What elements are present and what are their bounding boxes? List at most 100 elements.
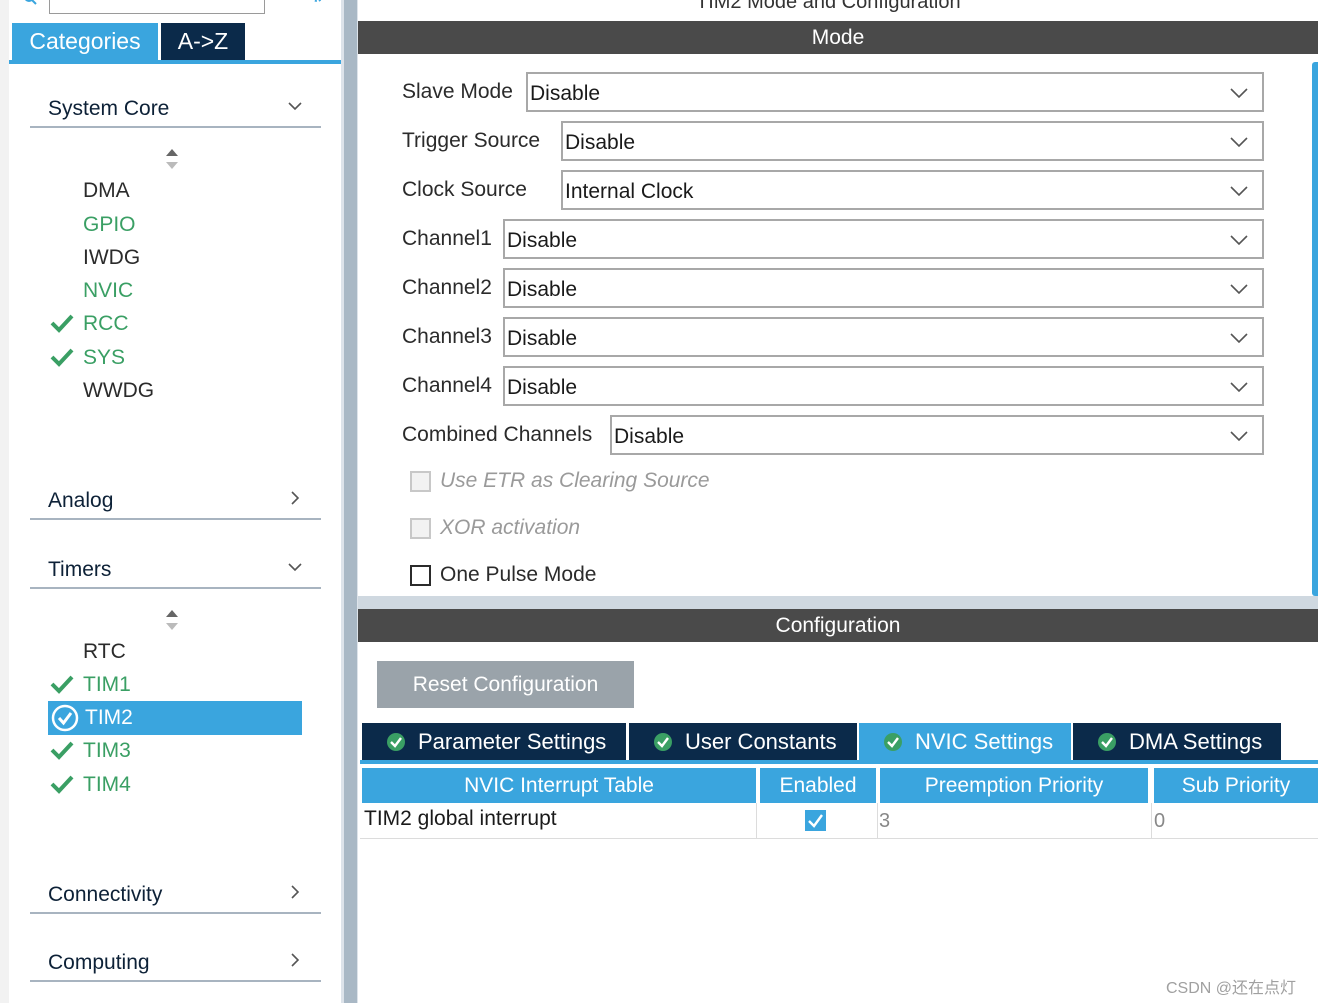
field-label: Combined Channels (402, 423, 593, 446)
category-label: System Core (48, 97, 170, 120)
checkbox-box[interactable] (410, 565, 431, 586)
tree-item-tim4[interactable]: TIM4 (83, 771, 131, 799)
column-header-enabled[interactable]: Enabled (760, 768, 876, 803)
configuration-header: Configuration (358, 609, 1318, 642)
chevron-down-icon (1230, 284, 1248, 295)
tree-item-label: TIM2 (85, 706, 133, 729)
tree-item-iwdg[interactable]: IWDG (83, 244, 140, 272)
chevron-right-icon (291, 953, 300, 967)
select-value: Disable (614, 425, 685, 448)
category-system-core[interactable]: System Core (30, 86, 321, 128)
field-label: Channel2 (402, 276, 492, 299)
select-value: Disable (507, 278, 578, 301)
category-connectivity[interactable]: Connectivity (30, 872, 321, 914)
select-value: Disable (507, 327, 578, 350)
sub-priority-cell[interactable]: 0 (1154, 810, 1165, 833)
chevron-down-icon (1230, 431, 1248, 442)
field-label: Channel3 (402, 325, 492, 348)
select-value: Disable (507, 229, 578, 252)
column-header-sub-priority[interactable]: Sub Priority (1154, 768, 1318, 803)
select-value: Disable (507, 376, 578, 399)
tabs-underline (360, 760, 1318, 764)
tree-item-sys[interactable]: SYS (83, 344, 125, 372)
chevron-right-icon (291, 491, 300, 505)
search-icon[interactable] (24, 0, 38, 8)
categories-panel: Categories A->Z System Core DMA GPIO IWD… (0, 0, 341, 1003)
channel4-select[interactable]: Disable (503, 366, 1264, 406)
horizontal-splitter[interactable] (358, 596, 1318, 609)
reset-configuration-button[interactable]: Reset Configuration (377, 661, 634, 708)
mode-header: Mode (358, 21, 1318, 54)
vertical-scrollbar[interactable] (344, 0, 357, 1003)
scroll-arrows-icon[interactable] (165, 609, 179, 631)
tree-item-rtc[interactable]: RTC (83, 638, 126, 666)
tree-item-tim2-selected[interactable]: TIM2 (48, 701, 302, 735)
chevron-down-icon (1230, 88, 1248, 99)
channel3-select[interactable]: Disable (503, 317, 1264, 357)
checkbox-label: XOR activation (440, 516, 581, 539)
mode-configuration-panel: TIM2 Mode and Configuration Mode Slave M… (358, 0, 1318, 1003)
field-label: Channel4 (402, 374, 492, 397)
tree-item-rcc[interactable]: RCC (83, 310, 129, 338)
tab-label: DMA Settings (1129, 728, 1263, 754)
tab-label: User Constants (685, 728, 837, 754)
gear-icon[interactable] (307, 0, 327, 6)
check-circle-icon (51, 704, 79, 732)
channel2-row: Channel2 Disable (402, 268, 1264, 308)
category-analog[interactable]: Analog (30, 478, 321, 520)
tab-categories[interactable]: Categories (12, 23, 158, 60)
enabled-checkbox[interactable] (805, 810, 826, 831)
combined-channels-row: Combined Channels Disable (402, 415, 1264, 455)
field-label: Trigger Source (402, 129, 541, 152)
tab-a-to-z[interactable]: A->Z (161, 23, 245, 60)
channel1-select[interactable]: Disable (503, 219, 1264, 259)
trigger-source-select[interactable]: Disable (561, 121, 1264, 161)
channel2-select[interactable]: Disable (503, 268, 1264, 308)
chevron-right-icon (291, 885, 300, 899)
category-timers[interactable]: Timers (30, 547, 321, 589)
cell-divider (877, 803, 878, 839)
checkbox-label: Use ETR as Clearing Source (440, 469, 710, 492)
slave-mode-select[interactable]: Disable (526, 72, 1264, 112)
column-header-nvic-interrupt-table[interactable]: NVIC Interrupt Table (362, 768, 756, 803)
check-circle-icon (387, 732, 405, 751)
check-circle-icon (1098, 732, 1116, 751)
trigger-source-row: Trigger Source Disable (402, 121, 1264, 161)
check-icon (50, 741, 74, 760)
check-icon (50, 348, 74, 367)
mode-scrollbar[interactable] (1312, 62, 1318, 596)
chevron-down-icon (288, 102, 302, 111)
tab-nvic-settings[interactable]: NVIC Settings (859, 723, 1071, 760)
chevron-down-icon (288, 563, 302, 572)
tree-item-nvic[interactable]: NVIC (83, 277, 133, 305)
chevron-down-icon (1230, 186, 1248, 197)
panel-edge (0, 0, 9, 1003)
tab-user-constants[interactable]: User Constants (629, 723, 857, 760)
column-header-preemption-priority[interactable]: Preemption Priority (880, 768, 1148, 803)
channel4-row: Channel4 Disable (402, 366, 1264, 406)
category-computing[interactable]: Computing (30, 940, 321, 982)
select-value: Disable (565, 131, 636, 154)
select-value: Disable (530, 82, 601, 105)
tree-item-tim1[interactable]: TIM1 (83, 671, 131, 699)
category-label: Timers (48, 558, 112, 581)
tree-item-tim3[interactable]: TIM3 (83, 737, 131, 765)
tree-item-gpio[interactable]: GPIO (83, 211, 136, 239)
check-circle-icon (884, 732, 902, 751)
scroll-arrows-icon[interactable] (165, 148, 179, 170)
slave-mode-row: Slave Mode Disable (402, 72, 1264, 112)
combined-channels-select[interactable]: Disable (610, 415, 1264, 455)
tree-item-wwdg[interactable]: WWDG (83, 377, 154, 405)
tab-parameter-settings[interactable]: Parameter Settings (362, 723, 626, 760)
check-circle-icon (654, 732, 672, 751)
search-input[interactable] (49, 0, 265, 14)
checkbox-box[interactable] (410, 518, 431, 539)
tree-item-dma[interactable]: DMA (83, 177, 130, 205)
select-value: Internal Clock (565, 180, 694, 203)
preemption-priority-cell[interactable]: 3 (879, 810, 890, 833)
checkbox-box[interactable] (410, 471, 431, 492)
channel1-row: Channel1 Disable (402, 219, 1264, 259)
clock-source-select[interactable]: Internal Clock (561, 170, 1264, 210)
tab-dma-settings[interactable]: DMA Settings (1073, 723, 1281, 760)
chevron-down-icon (1230, 235, 1248, 246)
